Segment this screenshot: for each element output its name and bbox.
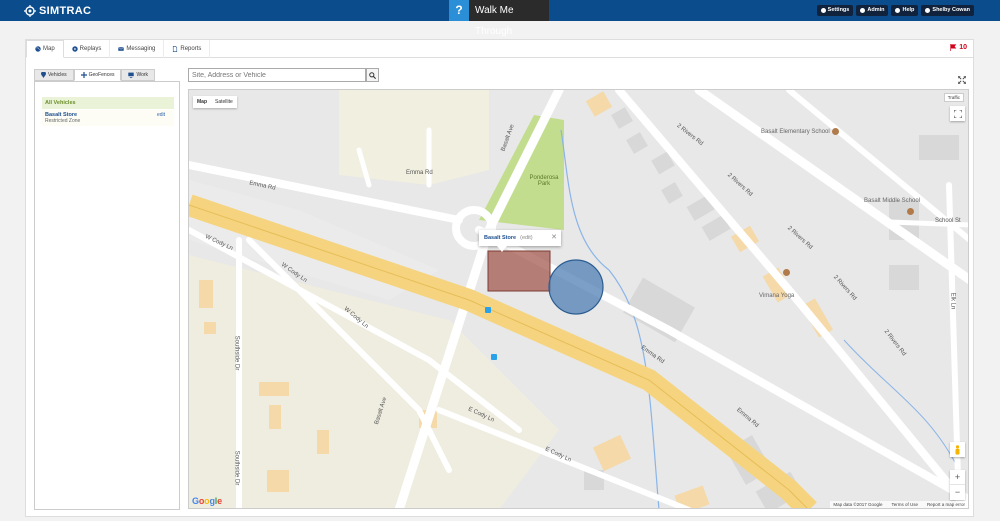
user-icon [860,8,866,13]
search-button[interactable] [366,68,379,82]
street-label: Elk Ln [949,292,956,310]
user-icon [925,8,931,13]
street-label: Emma Rd [406,170,433,176]
search-input[interactable] [188,68,366,82]
main-panel: Map Replays Messaging Reports 10 Vehicle… [25,39,974,517]
sidebar-tabs: Vehicles GeoFences Work [34,69,156,81]
admin-button[interactable]: Admin [856,5,889,16]
fullscreen-icon [953,109,962,118]
poi-school[interactable]: Basalt Middle School [864,198,920,204]
walk-me-through-button[interactable]: ? Walk Me Through [449,0,549,37]
help-icon [895,8,901,13]
zoom-out-button[interactable]: − [950,485,965,500]
street-label: Southside Dr [233,450,240,486]
subtab-geofences[interactable]: GeoFences [73,69,122,81]
top-nav: Settings Admin Help Shelby Cowan [816,5,974,16]
expand-icon[interactable] [958,76,966,84]
zoom-control: + − [950,470,965,500]
bus-stop-icon[interactable] [491,354,497,360]
poi-label: Basalt Middle School [864,198,921,204]
street-view-button[interactable] [950,442,965,457]
info-window-name: Basalt Store [484,235,517,241]
tab-map[interactable]: Map [26,40,64,58]
walk-me-through-label: Walk Me Through [469,0,549,37]
street-label: School St [935,218,961,224]
school-icon-marker[interactable] [907,208,914,215]
crosshair-icon [80,72,87,78]
help-label: Help [902,7,915,13]
user-name: Shelby Cowan [932,7,970,13]
poi-school[interactable]: Basalt Elementary School [761,128,839,135]
close-icon[interactable]: ✕ [551,233,557,241]
document-icon [173,46,178,52]
tab-replays[interactable]: Replays [64,40,111,58]
alerts-count: 10 [959,44,967,51]
map-view[interactable]: Emma Rd Emma Rd Emma Rd Emma Rd Basalt A… [188,89,969,509]
traffic-toggle[interactable]: Traffic [943,93,964,102]
subtab-work[interactable]: Work [121,69,156,81]
replay-icon [71,46,78,52]
geofence-info-window[interactable]: Basalt Store (edit) ✕ [479,230,561,252]
pin-icon [41,72,46,78]
poi-park[interactable]: Ponderosa Park [524,175,564,187]
street-label: Southside Dr [233,335,240,371]
geofence-item[interactable]: Basalt Store Restricted Zone edit [42,110,174,126]
gear-icon [820,8,826,13]
top-bar: SIMTRAC ? Walk Me Through Settings Admin… [0,0,1000,37]
yoga-icon [783,269,790,276]
report-error-link[interactable]: Report a map error [927,502,965,507]
brand-name: SIMTRAC [39,5,92,17]
geofence-edit-link[interactable]: edit [157,112,165,118]
globe-icon [35,46,41,52]
question-icon: ? [449,0,469,21]
subtab-vehicles-label: Vehicles [48,71,67,78]
school-icon [907,208,914,215]
admin-label: Admin [867,7,885,13]
map-attribution: Map data ©2017 Google Terms of Use Repor… [830,501,968,508]
all-vehicles-item[interactable]: All Vehicles [42,97,174,109]
monitor-icon [128,72,135,78]
subtab-work-label: Work [136,71,149,78]
map-type-satellite[interactable]: Satellite [211,96,237,108]
google-logo: Google [192,496,222,506]
settings-label: Settings [827,7,850,13]
geofence-list: All Vehicles Basalt Store Restricted Zon… [34,81,180,510]
vehicle-radius-circle[interactable] [548,259,604,315]
geofence-type: Restricted Zone [45,118,81,124]
map-type-map[interactable]: Map [193,96,211,108]
search-icon [369,71,376,79]
tab-messaging-label: Messaging [126,45,156,52]
poi-yoga-marker[interactable] [783,269,790,276]
alerts-indicator[interactable]: 10 [950,44,967,51]
tab-reports-label: Reports [180,45,202,52]
settings-button[interactable]: Settings [816,5,854,16]
info-window-edit-link[interactable]: (edit) [520,235,533,241]
flag-icon [950,44,957,51]
main-tabs: Map Replays Messaging Reports [26,40,973,58]
poi-label: Basalt Elementary School [761,128,830,135]
poi-yoga[interactable]: Vimana Yoga [759,293,794,299]
map-type-control: Map Satellite [193,96,237,108]
subtab-vehicles[interactable]: Vehicles [34,69,74,81]
fullscreen-button[interactable] [950,106,965,121]
user-menu-button[interactable]: Shelby Cowan [921,5,974,16]
pegman-icon [955,444,960,455]
bus-stop-icon[interactable] [485,307,491,313]
tab-reports[interactable]: Reports [164,40,211,58]
terms-link[interactable]: Terms of Use [891,502,918,507]
simtrac-logo[interactable]: SIMTRAC [24,4,91,18]
tab-map-label: Map [43,45,55,52]
zoom-in-button[interactable]: + [950,470,965,485]
subtab-geofences-label: GeoFences [88,71,115,78]
geofence-polygon[interactable] [487,250,551,292]
envelope-icon [118,47,125,51]
tab-replays-label: Replays [79,45,102,52]
tab-messaging[interactable]: Messaging [110,40,165,58]
map-data-label: Map data ©2017 Google [833,502,883,507]
logo-icon [24,5,36,17]
help-button[interactable]: Help [891,5,919,16]
school-icon [831,128,839,135]
